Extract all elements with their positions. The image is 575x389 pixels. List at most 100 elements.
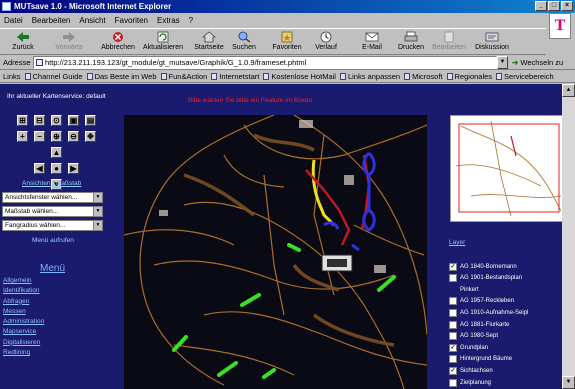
layer-checkbox[interactable] [449, 332, 457, 341]
menu-datei[interactable]: Datei [4, 16, 23, 25]
link-internetstart[interactable]: Internetstart [211, 72, 259, 81]
link-channel-guide[interactable]: Channel Guide [24, 72, 83, 81]
zoom-in-icon[interactable]: + [17, 131, 28, 142]
pan-icon[interactable]: ✥ [85, 131, 96, 142]
link-regionales[interactable]: Regionales [446, 72, 492, 81]
zoom-layer-icon[interactable]: ⊟ [34, 115, 45, 126]
overview-map[interactable] [450, 115, 572, 222]
pan-up-icon[interactable]: ▲ [51, 147, 62, 158]
zoom-out-glass-icon[interactable]: ⊖ [68, 131, 79, 142]
back-arrow-icon [17, 32, 29, 42]
link-hotmail[interactable]: Kostenlose HotMail [263, 72, 336, 81]
pan-center-icon[interactable]: ● [51, 163, 62, 174]
forward-label: Vorwärts [55, 44, 83, 51]
menu-heading[interactable]: Menü [40, 263, 65, 274]
menu-help[interactable]: ? [189, 16, 193, 25]
menu-item-messen[interactable]: Messen [3, 308, 44, 318]
print-map-icon[interactable]: ▤ [85, 115, 96, 126]
map-canvas[interactable] [124, 115, 427, 389]
layer-item[interactable]: AG 1910-Aufnahme-Seipl [449, 307, 528, 318]
layer-item[interactable]: AG 1957-Reckleben [449, 296, 514, 307]
layer-checkbox[interactable]: ✓ [449, 262, 457, 271]
layer-item[interactable]: AG 1980-Sept [449, 331, 498, 342]
layer-checkbox[interactable] [449, 274, 457, 283]
zoom-out-icon[interactable]: − [34, 131, 45, 142]
menu-bearbeiten[interactable]: Bearbeiten [32, 16, 71, 25]
scale-select[interactable]: Maßstab wählen... ▼ [2, 206, 103, 217]
link-servicebereich[interactable]: Servicebereich [496, 72, 554, 81]
refresh-icon [157, 31, 169, 43]
print-label: Drucken [397, 44, 425, 51]
stop-button[interactable]: Abbrechen [100, 29, 136, 56]
home-button[interactable]: Startseite [190, 29, 228, 56]
refresh-button[interactable]: Aktualisieren [140, 29, 186, 56]
pan-right-icon[interactable]: ▶ [68, 163, 79, 174]
minimize-button[interactable]: _ [535, 1, 547, 11]
print-button[interactable]: Drucken [394, 29, 428, 56]
maximize-button[interactable]: □ [548, 1, 560, 11]
zoom-in-glass-icon[interactable]: ⊕ [51, 131, 62, 142]
back-button[interactable]: Zurück [6, 29, 40, 56]
center-icon[interactable]: ⊙ [51, 115, 62, 126]
layer-checkbox[interactable] [449, 355, 457, 364]
link-icon [446, 72, 453, 80]
menu-item-allgemein[interactable]: Allgemein [3, 277, 44, 287]
menu-ansicht[interactable]: Ansicht [79, 16, 105, 25]
home-icon [202, 31, 216, 43]
menu-item-redlining[interactable]: Redlining [3, 349, 44, 359]
discussion-icon [485, 32, 499, 42]
layer-checkbox[interactable] [449, 320, 457, 329]
layer-item[interactable]: AG 1881-Flurkarte [449, 319, 509, 330]
discuss-label: Diskussion [475, 44, 509, 51]
vertical-scrollbar[interactable]: ▲ ▼ [562, 84, 575, 389]
link-das-beste-im-web[interactable]: Das Beste im Web [86, 72, 157, 81]
layer-checkbox[interactable] [449, 378, 457, 387]
snap-radius-select-value: Fangradius wählen... [5, 222, 66, 229]
menu-item-digitalisieren[interactable]: Digitalisieren [3, 339, 44, 349]
link-icon [339, 72, 346, 80]
layer-item[interactable]: AG 1901-Bestandsplan [449, 273, 522, 284]
favorites-button[interactable]: Favoriten [268, 29, 306, 56]
layer-item[interactable]: ✓ Grundplan [449, 342, 488, 353]
snap-radius-select[interactable]: Fangradius wählen... ▼ [2, 220, 103, 231]
forward-button[interactable]: Vorwärts [52, 29, 86, 56]
address-input[interactable]: http://213.211.193.123/gt_module/gt_muts… [33, 56, 497, 69]
zoom-extent-icon[interactable]: ⊞ [17, 115, 28, 126]
menu-item-administration[interactable]: Administration [3, 318, 44, 328]
menu-item-mapservice[interactable]: Mapservice [3, 328, 44, 338]
scroll-up-icon[interactable]: ▲ [562, 84, 575, 97]
history-button[interactable]: Verlauf [310, 29, 342, 56]
views-scale-link[interactable]: Ansichten / Maßstab [22, 180, 81, 187]
menu-item-identifikation[interactable]: Identifikation [3, 287, 44, 297]
mail-button[interactable]: E-Mail [354, 29, 390, 56]
web-page: Ihr aktueller Kartenservice: default Bit… [0, 84, 575, 389]
layer-item[interactable]: Hintergrund Bäume [449, 354, 512, 365]
layer-checkbox[interactable]: ✓ [449, 343, 457, 352]
layer-checkbox[interactable] [449, 297, 457, 306]
menu-extras[interactable]: Extras [157, 16, 180, 25]
menu-item-abfragen[interactable]: Abfragen [3, 298, 44, 308]
zoom-box-icon[interactable]: ▣ [68, 115, 79, 126]
search-button[interactable]: Suchen [228, 29, 260, 56]
link-microsoft[interactable]: Microsoft [404, 72, 443, 81]
view-window-select[interactable]: Ansichtsfenster wählen... ▼ [2, 192, 103, 203]
layer-item[interactable]: Zielplanung [449, 377, 491, 388]
link-fun-action[interactable]: Fun&Action [160, 72, 207, 81]
link-links-anpassen[interactable]: Links anpassen [339, 72, 400, 81]
discuss-button[interactable]: Diskussion [472, 29, 512, 56]
address-dropdown-button[interactable]: ▼ [497, 56, 508, 69]
edit-button[interactable]: Bearbeiten [430, 29, 468, 56]
layer-item[interactable]: ✓ Sichtachsen [449, 365, 493, 376]
open-menu-link[interactable]: Menü aufrufen [32, 237, 74, 244]
go-button[interactable]: ➔ Wechseln zu [512, 58, 563, 67]
close-button[interactable]: × [561, 1, 573, 11]
menu-favoriten[interactable]: Favoriten [115, 16, 148, 25]
layer-item[interactable]: ✓ AG 1840-Bornemann [449, 261, 517, 272]
layer-heading[interactable]: Layer [449, 239, 465, 246]
layer-checkbox[interactable]: ✓ [449, 366, 457, 375]
layer-checkbox[interactable] [449, 308, 457, 317]
layer-item[interactable]: Pinkert [449, 284, 479, 295]
pan-left-icon[interactable]: ◀ [34, 163, 45, 174]
mail-icon [365, 32, 379, 42]
scroll-down-icon[interactable]: ▼ [562, 376, 575, 389]
